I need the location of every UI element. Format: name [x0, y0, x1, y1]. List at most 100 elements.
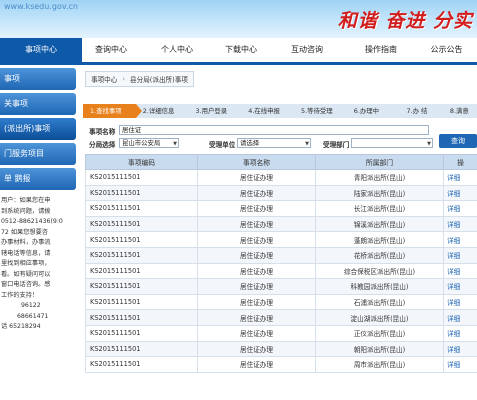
col-header-dept: 所属部门	[315, 154, 444, 170]
process-steps: 1.查找事项 2.详细信息 3.用户登录 4.在线申报 5.等待受理 6.办理中…	[83, 104, 477, 118]
detail-link[interactable]: 详细	[443, 262, 477, 280]
cell-code: KS2015111501	[85, 278, 198, 295]
nav-item-service-center[interactable]: 事项中心	[0, 38, 82, 62]
step-login: 3.用户登录	[195, 107, 228, 115]
cell-dept: 花桥派出所(昆山)	[315, 246, 444, 264]
notice-line: 72 如果您想要咨	[1, 228, 48, 236]
notice-line: 窗口电话咨询。感	[1, 281, 51, 288]
breadcrumb-item-current: 县分局(派出所)事项	[130, 76, 188, 84]
cell-code: KS2015111501	[85, 169, 198, 186]
cell-dept: 正仪派出所(昆山)	[315, 324, 444, 342]
cell-dept: 朝阳派出所(昆山)	[315, 340, 444, 358]
table-row[interactable]: KS2015111501 居住证办理 淀山湖派出所(昆山) 详细	[85, 309, 477, 326]
category-label: 分局选择	[89, 141, 116, 149]
sidebar-item-police-station-services[interactable]: (派出所)事项	[0, 118, 76, 140]
cell-dept: 长江派出所(昆山)	[315, 200, 444, 217]
col-header-code: 事项编码	[85, 154, 198, 170]
detail-link[interactable]: 详细	[443, 184, 477, 202]
step-satisfaction: 8.满意	[449, 107, 469, 115]
table-row[interactable]: KS2015111501 居住证办理 科教园派出所(昆山) 详细	[85, 278, 477, 295]
query-button[interactable]: 查询	[439, 134, 477, 148]
notice-line: 96122	[21, 302, 41, 309]
main-content: 事项中心 › 县分局(派出所)事项 1.查找事项 2.详细信息 3.用户登录 4…	[79, 68, 477, 400]
notice-line: 里找到相应事项，	[1, 260, 51, 267]
detail-link[interactable]: 详细	[443, 215, 477, 233]
detail-link[interactable]: 详细	[443, 340, 477, 358]
notice-line: 话 65218294	[1, 323, 41, 330]
detail-link[interactable]: 详细	[443, 293, 477, 311]
col-header-name: 事项名称	[197, 154, 316, 170]
detail-link[interactable]: 详细	[443, 231, 477, 248]
site-url: www.ksedu.gov.cn	[4, 2, 78, 11]
cell-name: 居住证办理	[197, 231, 316, 248]
banner-slogan: 和谐 奋进 分实	[337, 10, 473, 32]
table-row[interactable]: KS2015111501 居住证办理 长江派出所(昆山) 详细	[85, 200, 477, 217]
results-table: 事项编码 事项名称 所属部门 操 KS2015111501 居住证办理 青阳派出所(…	[85, 154, 477, 373]
step-await-acceptance: 5.等待受理	[301, 107, 333, 115]
notice-line: 看。如有疑问可以	[1, 270, 51, 278]
service-name-input[interactable]: 居住证	[119, 125, 429, 135]
search-filter: 事项名称 居住证 分局选择 昆山市公安局 ▼ 受理单位 请选择 ▼ 受理部门 ▼ 查…	[85, 124, 477, 152]
detail-link[interactable]: 详细	[443, 246, 477, 264]
nav-item-announcements[interactable]: 公示公告	[416, 38, 477, 62]
table-row[interactable]: KS2015111501 居住证办理 青阳派出所(昆山) 详细	[85, 169, 477, 186]
sidebar-item-report[interactable]: 单 鹅报	[0, 168, 76, 190]
table-row[interactable]: KS2015111501 居住证办理 蓬朗派出所(昆山) 详细	[85, 231, 477, 248]
table-row[interactable]: KS2015111501 居住证办理 陆家派出所(昆山) 详细	[85, 184, 477, 202]
notice-line: 到系统问题，请拨	[1, 207, 51, 215]
table-row[interactable]: KS2015111501 居住证办理 朝阳派出所(昆山) 详细	[85, 340, 477, 358]
detail-link[interactable]: 详细	[443, 309, 477, 326]
table-row[interactable]: KS2015111501 居住证办理 花桥派出所(昆山) 详细	[85, 246, 477, 264]
table-header-row: 事项编码 事项名称 所属部门 操	[85, 154, 477, 170]
step-completed: 7.办 结	[406, 107, 428, 115]
cell-dept: 青阳派出所(昆山)	[315, 169, 444, 186]
cell-name: 居住证办理	[197, 293, 316, 311]
cell-code: KS2015111501	[85, 340, 198, 358]
step-details: 2.详细信息	[142, 107, 175, 115]
detail-link[interactable]: 详细	[443, 200, 477, 217]
table-row[interactable]: KS2015111501 居住证办理 周市派出所(昆山) 详细	[85, 356, 477, 373]
notice-line: 工作的支持！	[1, 291, 39, 299]
table-row[interactable]: KS2015111501 居住证办理 锦溪派出所(昆山) 详细	[85, 215, 477, 233]
breadcrumb-item-service-center[interactable]: 事项中心	[86, 74, 122, 84]
nav-item-personal-center[interactable]: 个人中心	[140, 38, 214, 62]
sidebar-item-door-service-projects[interactable]: 门服务项目	[0, 143, 76, 165]
header-banner: www.ksedu.gov.cn 和谐 奋进 分实	[0, 0, 477, 38]
cell-name: 居住证办理	[197, 262, 316, 280]
sidebar-item-related-services[interactable]: 关事项	[0, 93, 76, 115]
detail-link[interactable]: 详细	[443, 278, 477, 295]
detail-link[interactable]: 详细	[443, 169, 477, 186]
detail-link[interactable]: 详细	[443, 324, 477, 342]
unit-select[interactable]: 请选择 ▼	[237, 138, 311, 148]
chevron-down-icon: ▼	[427, 141, 431, 147]
cell-dept: 周市派出所(昆山)	[315, 356, 444, 373]
cell-name: 居住证办理	[197, 340, 316, 358]
cell-dept: 石浦派出所(昆山)	[315, 293, 444, 311]
notice-line: 辖电话等信息，请	[1, 249, 51, 257]
chevron-down-icon: ▼	[173, 141, 177, 147]
table-row[interactable]: KS2015111501 居住证办理 正仪派出所(昆山) 详细	[85, 324, 477, 342]
cell-code: KS2015111501	[85, 200, 198, 217]
table-row[interactable]: KS2015111501 居住证办理 石浦派出所(昆山) 详细	[85, 293, 477, 311]
step-online-apply: 4.在线申报	[248, 107, 280, 115]
nav-item-interactive-consult[interactable]: 互动咨询	[268, 38, 346, 62]
detail-link[interactable]: 详细	[443, 356, 477, 373]
nav-item-query-center[interactable]: 查询中心	[82, 38, 140, 62]
cell-code: KS2015111501	[85, 309, 198, 326]
cell-dept: 陆家派出所(昆山)	[315, 184, 444, 202]
sidebar-notice: 用户：如果您在申 到系统问题，请拨 0512-88621436(9:0 72 如…	[0, 196, 76, 333]
cell-code: KS2015111501	[85, 231, 198, 248]
sidebar-item-services[interactable]: 事项	[0, 68, 76, 90]
notice-line: 用户：如果您在申	[1, 197, 51, 204]
dept-select[interactable]: ▼	[351, 138, 433, 148]
nav-item-guide[interactable]: 操作指南	[346, 38, 416, 62]
cell-dept: 蓬朗派出所(昆山)	[315, 231, 444, 248]
cell-name: 居住证办理	[197, 200, 316, 217]
step-find-service: 1.查找事项	[83, 104, 142, 118]
nav-item-download-center[interactable]: 下载中心	[214, 38, 268, 62]
category-select[interactable]: 昆山市公安局 ▼	[119, 138, 179, 148]
cell-dept: 淀山湖派出所(昆山)	[315, 309, 444, 326]
cell-name: 居住证办理	[197, 324, 316, 342]
cell-dept: 综合保税区派出所(昆山)	[315, 262, 444, 280]
table-row[interactable]: KS2015111501 居住证办理 综合保税区派出所(昆山) 详细	[85, 262, 477, 280]
